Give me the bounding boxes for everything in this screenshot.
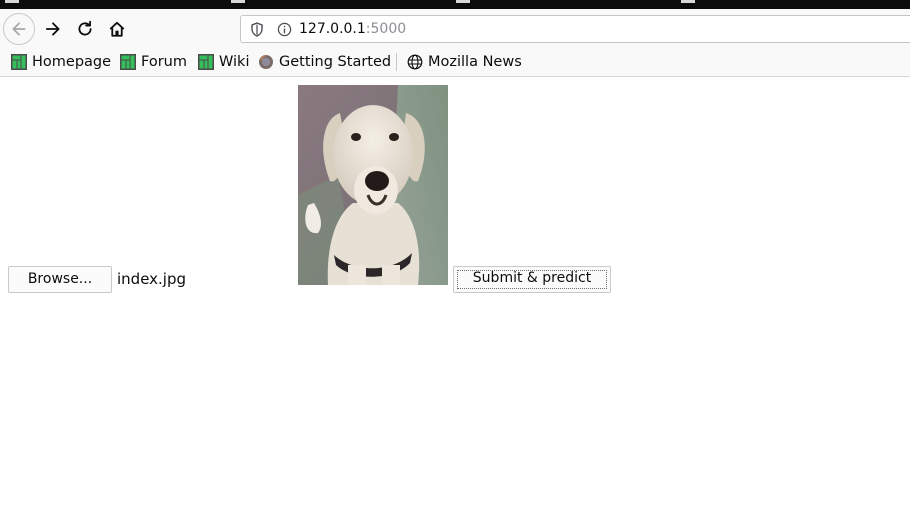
manjaro-icon	[11, 54, 27, 70]
bookmark-wiki[interactable]: Wiki	[198, 52, 249, 72]
bookmark-label: Forum	[141, 54, 187, 70]
bookmark-label: Getting Started	[279, 54, 392, 70]
url-text[interactable]: 127.0.0.1:5000	[299, 21, 406, 37]
browse-button[interactable]: Browse...	[8, 266, 112, 293]
bookmarks-toolbar: Homepage Forum Wiki Getting Started Mozi…	[0, 49, 910, 77]
shield-icon[interactable]	[250, 22, 264, 37]
back-arrow-icon	[12, 22, 26, 36]
tab-strip-edge	[681, 0, 695, 3]
home-button[interactable]	[101, 13, 133, 45]
uploaded-dog-image	[298, 85, 448, 285]
back-button[interactable]	[3, 13, 35, 45]
forward-arrow-icon	[45, 22, 60, 36]
reload-icon	[78, 20, 92, 36]
url-host: 127.0.0.1	[299, 21, 366, 37]
bookmark-forum[interactable]: Forum	[120, 52, 187, 72]
bookmarks-separator	[396, 53, 397, 71]
bookmark-label: Wiki	[219, 54, 250, 70]
url-port: :5000	[365, 21, 407, 37]
bookmark-mozilla-news[interactable]: Mozilla News	[407, 52, 522, 72]
url-bar[interactable]: 127.0.0.1:5000	[240, 15, 910, 43]
bookmark-homepage[interactable]: Homepage	[11, 52, 111, 72]
firefox-icon	[259, 55, 273, 69]
tab-strip-edge	[5, 0, 19, 3]
bookmark-label: Homepage	[32, 54, 112, 70]
info-icon[interactable]	[277, 22, 292, 37]
navigation-toolbar: 127.0.0.1:5000	[0, 9, 910, 49]
bookmark-getting-started[interactable]: Getting Started	[258, 52, 391, 72]
tab-strip-edge	[456, 0, 470, 3]
selected-file-name: index.jpg	[117, 270, 187, 288]
forward-button[interactable]	[37, 13, 69, 45]
manjaro-icon	[120, 54, 136, 70]
bookmark-label: Mozilla News	[428, 54, 522, 70]
focus-ring	[457, 270, 607, 289]
home-icon	[109, 21, 125, 37]
globe-icon	[407, 54, 423, 70]
tab-strip	[0, 0, 910, 9]
tab-strip-edge	[231, 0, 245, 3]
manjaro-icon	[198, 54, 214, 70]
reload-button[interactable]	[69, 13, 101, 45]
submit-predict-button[interactable]: Submit & predict	[453, 266, 611, 293]
